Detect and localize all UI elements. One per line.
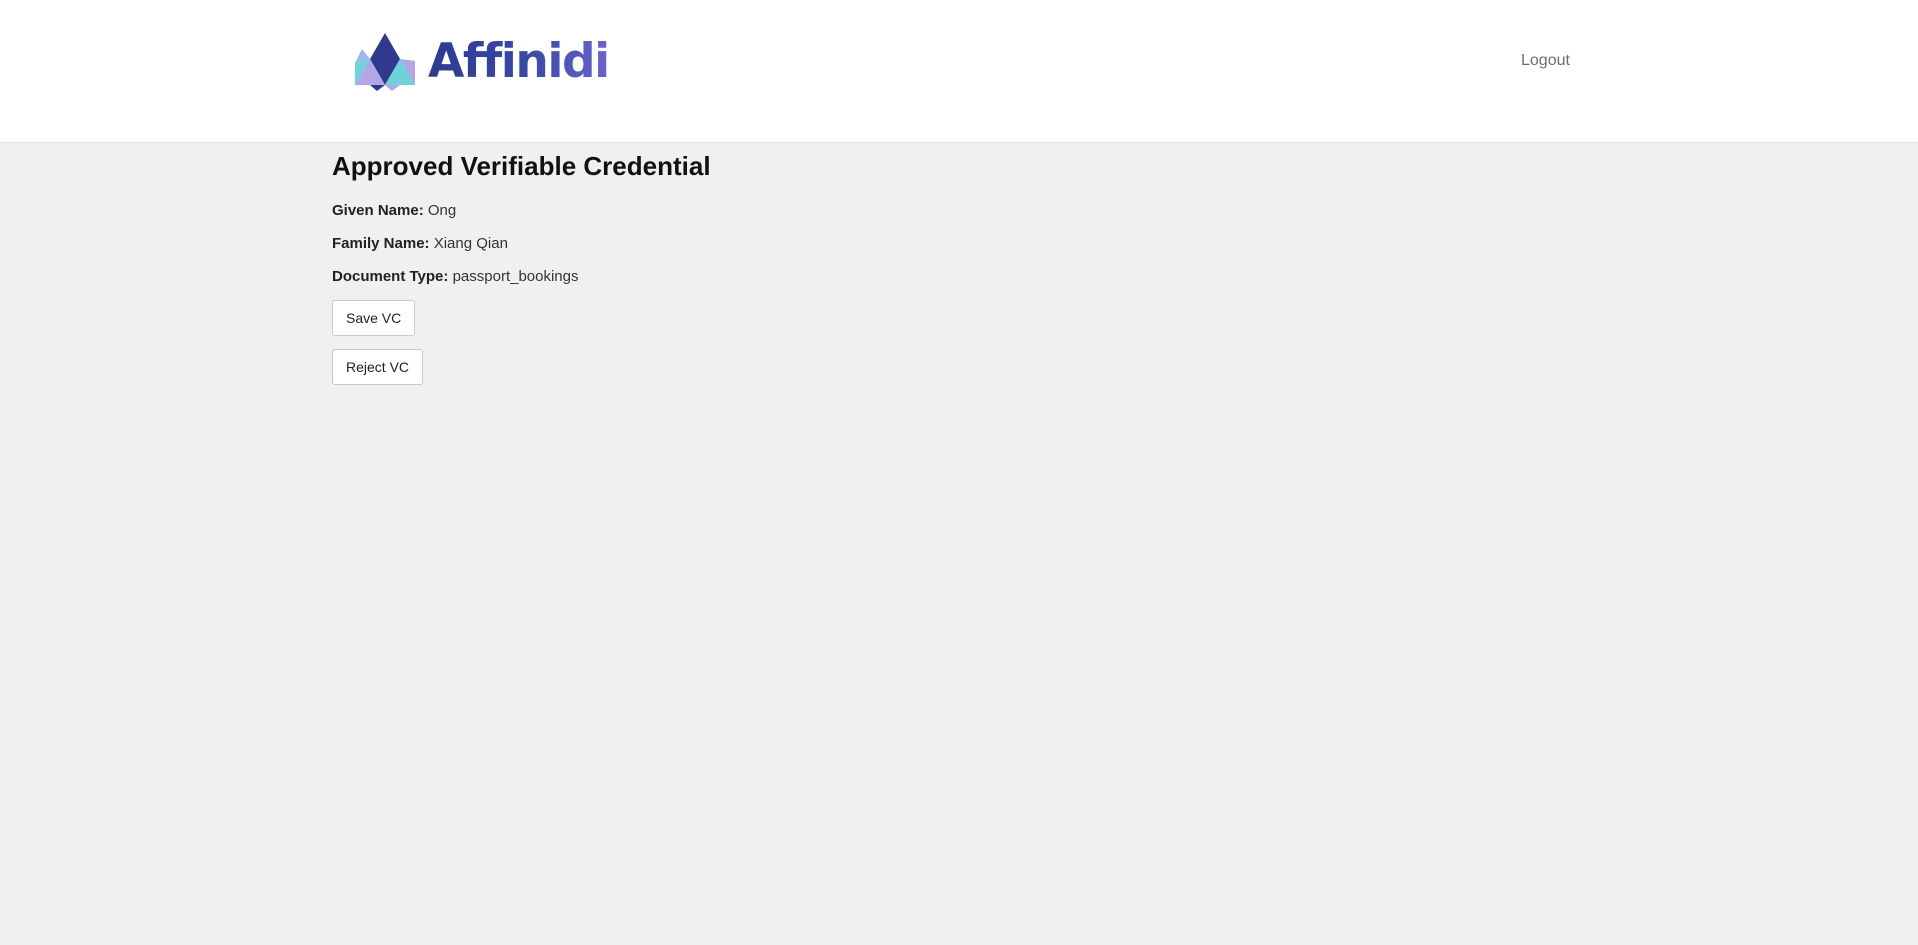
main-content: Approved Verifiable Credential Given Nam… — [332, 150, 711, 385]
family-name-value: Xiang Qian — [433, 235, 508, 252]
affinidi-logo[interactable]: Affinidi — [352, 30, 610, 92]
given-name-label: Given Name: — [332, 202, 424, 219]
family-name-row: Family Name: Xiang Qian — [332, 235, 508, 253]
top-header: Affinidi Logout — [0, 0, 1918, 143]
affinidi-triangle-logo-icon — [355, 33, 415, 91]
logout-link[interactable]: Logout — [1521, 52, 1570, 70]
page-title: Approved Verifiable Credential — [332, 151, 711, 181]
save-vc-button[interactable]: Save VC — [332, 300, 416, 336]
document-type-value: passport_bookings — [452, 268, 579, 285]
document-type-label: Document Type: — [332, 268, 449, 285]
logo-text: Affinidi — [428, 33, 610, 89]
document-type-row: Document Type: passport_bookings — [332, 268, 579, 286]
given-name-value: Ong — [427, 202, 457, 219]
given-name-row: Given Name: Ong — [332, 202, 456, 220]
family-name-label: Family Name: — [332, 235, 430, 252]
reject-vc-button[interactable]: Reject VC — [332, 349, 424, 385]
